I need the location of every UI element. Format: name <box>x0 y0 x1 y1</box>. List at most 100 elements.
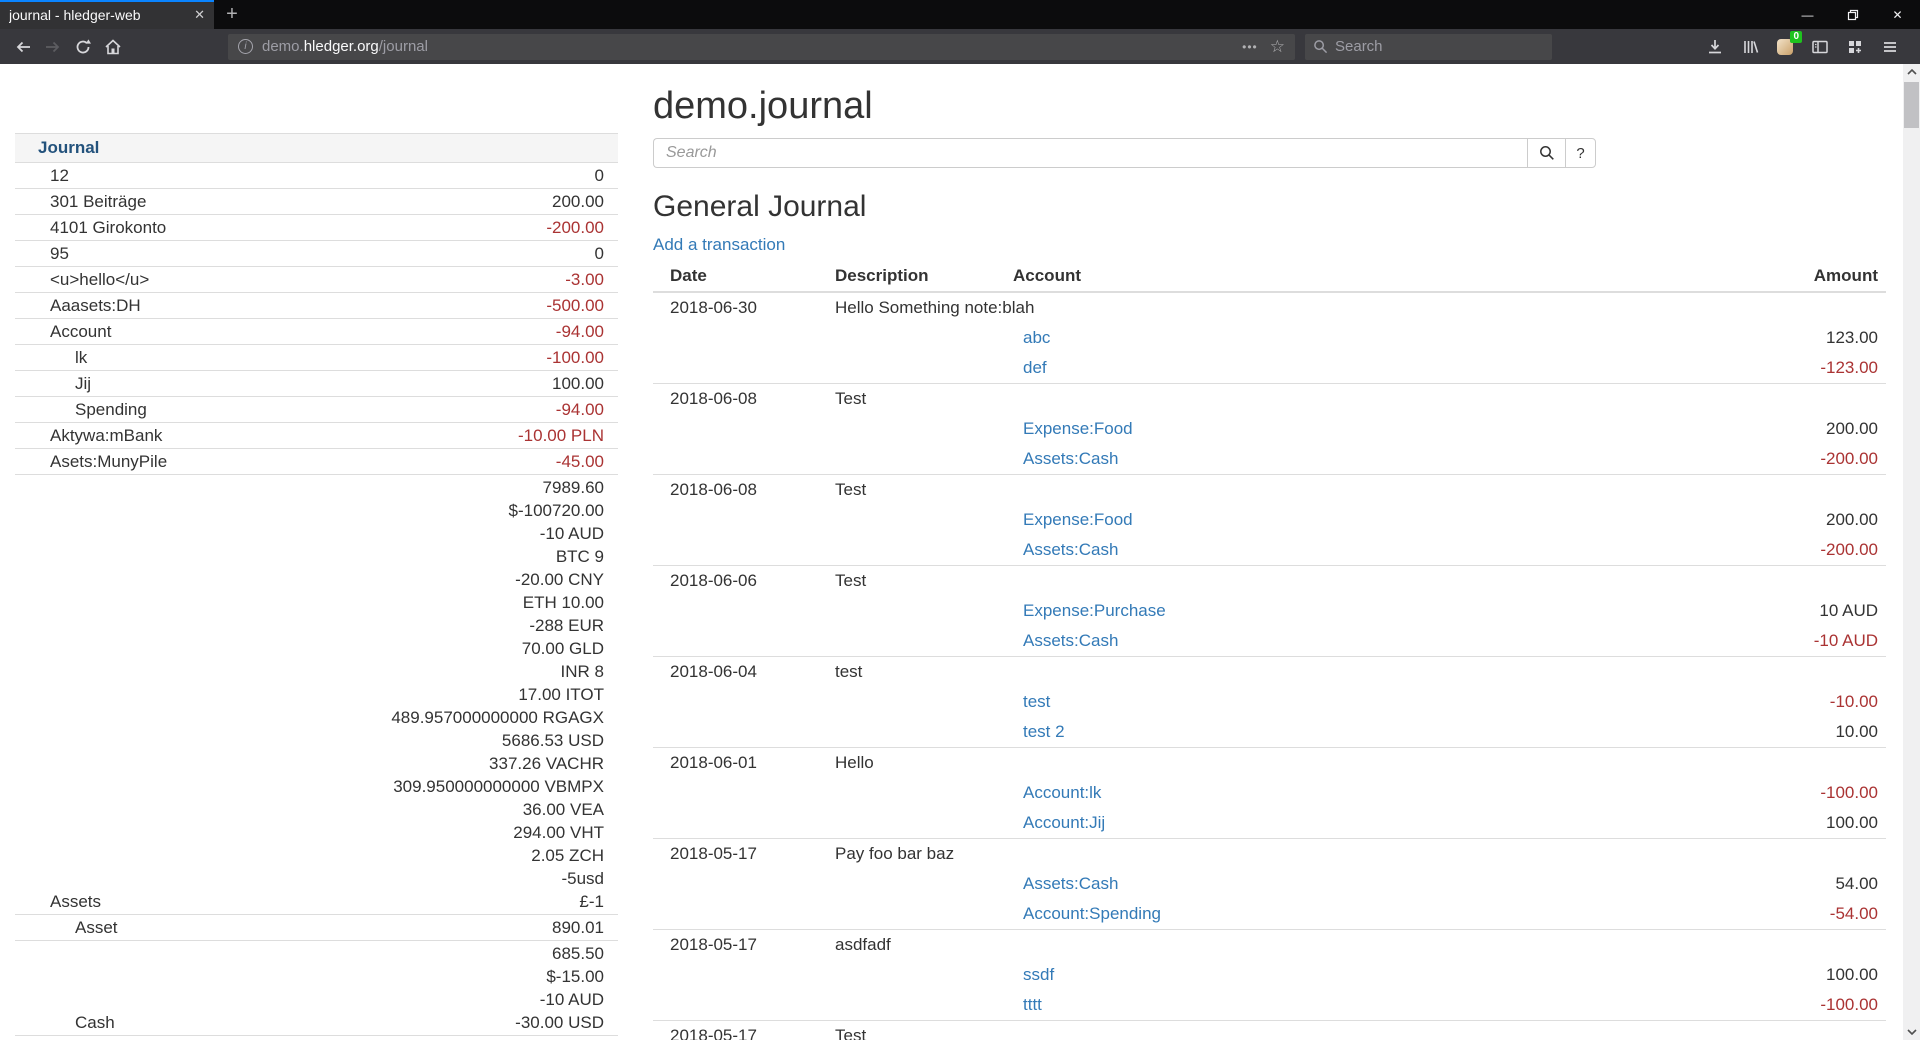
sidebar-account-link[interactable]: <u>hello</u> <box>50 270 149 289</box>
transaction-title-row[interactable]: 2018-05-17 Pay foo bar baz <box>653 839 1886 870</box>
transaction-title-row[interactable]: 2018-06-04 test <box>653 657 1886 688</box>
bookmark-star-icon[interactable]: ☆ <box>1270 37 1285 57</box>
posting-amount: 200.00 <box>1636 505 1886 535</box>
account-balance: -100.00 <box>257 346 604 369</box>
sidebar-journal-link[interactable]: Journal <box>38 138 99 157</box>
posting-account-link[interactable]: Expense:Purchase <box>1013 601 1166 620</box>
page-scrollbar[interactable] <box>1903 64 1920 1040</box>
posting-account-link[interactable]: Account:Jij <box>1013 813 1105 832</box>
browser-search-field[interactable]: Search <box>1305 34 1552 60</box>
sidebar-account-link[interactable]: lk <box>75 348 87 367</box>
journal-search-input[interactable] <box>653 138 1527 168</box>
page-actions-icon[interactable]: ••• <box>1242 40 1258 54</box>
sidebar-account-link[interactable]: 4101 Girokonto <box>50 218 166 237</box>
sidebar-account-link[interactable]: Asets:MunyPile <box>50 452 167 471</box>
sidebar-account-link[interactable]: Aaasets:DH <box>50 296 141 315</box>
forward-button[interactable] <box>38 32 68 62</box>
sidebar-account-balances: -3.00 <box>257 267 618 293</box>
transaction-title-row[interactable]: 2018-06-01 Hello <box>653 748 1886 779</box>
sidebar-account-row: Aaasets:DH -500.00 <box>15 293 618 319</box>
posting-amount: 123.00 <box>1636 323 1886 353</box>
sidebar-account-link[interactable]: Cash <box>75 1013 115 1032</box>
transaction-title-row[interactable]: 2018-06-08 Test <box>653 475 1886 506</box>
scroll-down-icon[interactable] <box>1903 1024 1920 1040</box>
posting-account-link[interactable]: Assets:Cash <box>1013 874 1118 893</box>
spacer-cell <box>653 626 827 657</box>
sidebar-account-link[interactable]: 12 <box>50 166 69 185</box>
scroll-up-icon[interactable] <box>1903 64 1920 80</box>
sidebar-account-link[interactable]: Assets <box>50 892 101 911</box>
help-button[interactable]: ? <box>1565 138 1596 168</box>
posting-account-link[interactable]: tttt <box>1013 995 1042 1014</box>
menu-icon[interactable] <box>1876 33 1904 61</box>
journal-table-header-row: Date Description Account Amount <box>653 261 1886 292</box>
posting-account-link[interactable]: Expense:Food <box>1013 510 1133 529</box>
posting-account-link[interactable]: Account:lk <box>1013 783 1101 802</box>
posting-account-link[interactable]: test <box>1013 692 1050 711</box>
site-info-icon[interactable]: i <box>238 39 253 54</box>
posting-account-link[interactable]: Assets:Cash <box>1013 631 1118 650</box>
posting-amount: -100.00 <box>1636 990 1886 1021</box>
window-minimize-button[interactable]: — <box>1785 0 1830 29</box>
url-bar[interactable]: i demo.hledger.org/journal ••• ☆ <box>228 34 1295 60</box>
transaction-title-row[interactable]: 2018-06-30 Hello Something note:blah <box>653 292 1886 323</box>
library-icon[interactable] <box>1736 33 1764 61</box>
posting-account-link[interactable]: Assets:Cash <box>1013 540 1118 559</box>
new-tab-button[interactable]: + <box>214 0 250 29</box>
transaction-description: Hello Something note:blah <box>827 292 1886 323</box>
spacer-cell <box>827 535 1005 566</box>
posting-amount: -123.00 <box>1636 353 1886 384</box>
reload-button[interactable] <box>68 32 98 62</box>
journal-search-group: ? <box>653 138 1596 168</box>
posting-account-link[interactable]: test 2 <box>1013 722 1065 741</box>
sidebar-account-balances: -100.00 <box>257 345 618 371</box>
main-column: demo.journal ? General Journal Add a tra… <box>653 64 1886 1040</box>
posting-account-link[interactable]: Account:Spending <box>1013 904 1161 923</box>
transaction-title-row[interactable]: 2018-06-08 Test <box>653 384 1886 415</box>
transaction-title-row[interactable]: 2018-06-06 Test <box>653 566 1886 597</box>
blocks-plus-icon[interactable] <box>1841 33 1869 61</box>
window-restore-button[interactable] <box>1830 0 1875 29</box>
posting-row: Assets:Cash -200.00 <box>653 535 1886 566</box>
account-balance: -5usd <box>257 867 604 890</box>
browser-tab-bar: journal - hledger-web ✕ + — ✕ <box>0 0 1920 29</box>
posting-account-link[interactable]: Expense:Food <box>1013 419 1133 438</box>
account-balance: 890.01 <box>257 916 604 939</box>
account-balance: INR 8 <box>257 660 604 683</box>
download-icon[interactable] <box>1701 33 1729 61</box>
sidebar-account-link[interactable]: Account <box>50 322 111 341</box>
account-balance: -10 AUD <box>257 522 604 545</box>
sidebar-account-link[interactable]: Spending <box>75 400 147 419</box>
tab-close-icon[interactable]: ✕ <box>186 7 205 23</box>
sidebar-toggle-icon[interactable] <box>1806 33 1834 61</box>
sidebar-account-link[interactable]: Asset <box>75 918 118 937</box>
sidebar-account-link[interactable]: Jij <box>75 374 91 393</box>
sidebar-account-link[interactable]: 95 <box>50 244 69 263</box>
back-button[interactable] <box>8 32 38 62</box>
window-close-button[interactable]: ✕ <box>1875 0 1920 29</box>
search-button[interactable] <box>1527 138 1565 168</box>
sidebar-account-link[interactable]: 301 Beiträge <box>50 192 146 211</box>
scrollbar-thumb[interactable] <box>1904 82 1919 128</box>
spacer-cell <box>653 323 827 353</box>
posting-amount: 10.00 <box>1636 717 1886 748</box>
extension-icon[interactable]: 0 <box>1771 33 1799 61</box>
posting-account-link[interactable]: Assets:Cash <box>1013 449 1118 468</box>
home-button[interactable] <box>98 32 128 62</box>
posting-row: Account:Jij 100.00 <box>653 808 1886 839</box>
url-text: demo.hledger.org/journal <box>262 38 428 55</box>
posting-account-link[interactable]: ssdf <box>1013 965 1054 984</box>
transaction-title-row[interactable]: 2018-05-17 asdfadf <box>653 930 1886 961</box>
posting-account-link[interactable]: abc <box>1013 328 1050 347</box>
transaction-title-row[interactable]: 2018-05-17 Test <box>653 1021 1886 1040</box>
sidebar-account-link[interactable]: Aktywa:mBank <box>50 426 162 445</box>
window-controls: — ✕ <box>1785 0 1920 29</box>
spacer-cell <box>653 687 827 717</box>
transaction-description: Test <box>827 1021 1886 1040</box>
posting-account-link[interactable]: def <box>1013 358 1047 377</box>
spacer-cell <box>653 535 827 566</box>
sidebar-account-row: -117.00 <box>15 1036 618 1040</box>
browser-tab[interactable]: journal - hledger-web ✕ <box>0 0 214 29</box>
sidebar-account-row: lk -100.00 <box>15 345 618 371</box>
add-transaction-link[interactable]: Add a transaction <box>653 236 785 254</box>
